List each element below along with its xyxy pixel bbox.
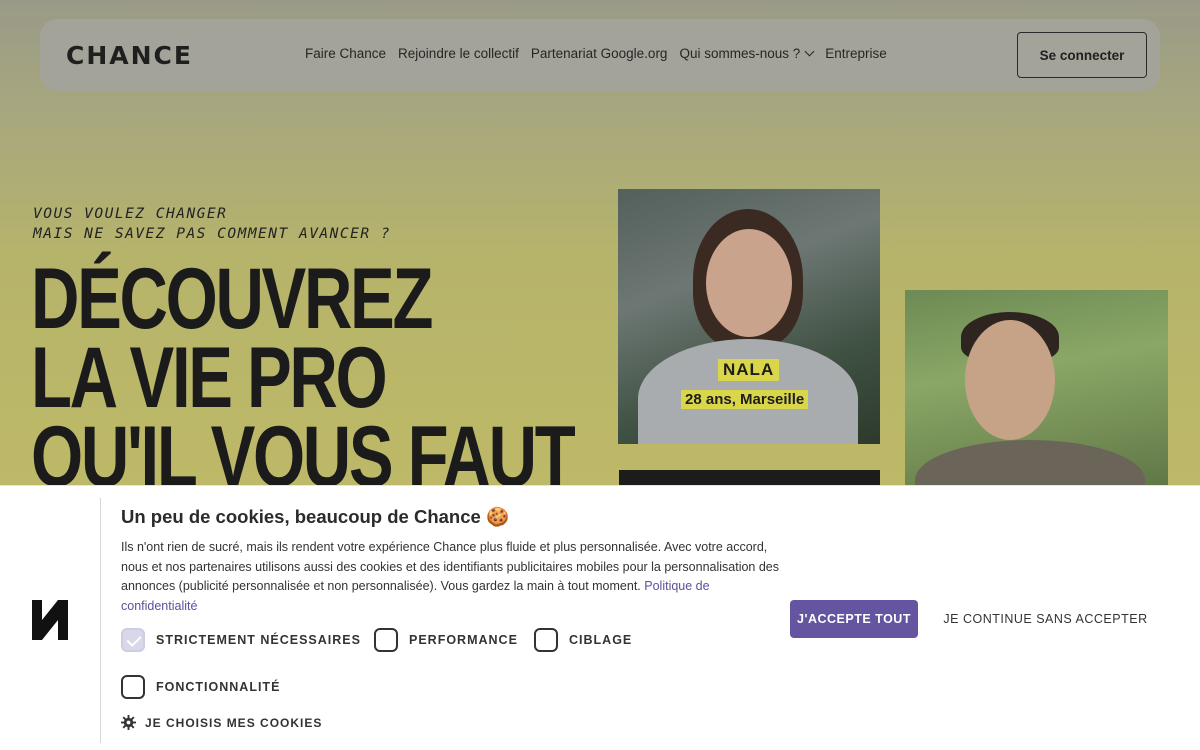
option-label: PERFORMANCE: [409, 633, 518, 647]
option-fonctionnalite[interactable]: FONCTIONNALITÉ: [121, 675, 280, 699]
option-label: CIBLAGE: [569, 633, 633, 647]
gear-icon: [121, 715, 136, 730]
checkbox[interactable]: [121, 675, 145, 699]
headline-line-2: LA VIE PRO: [31, 330, 388, 426]
main-nav: Faire Chance Rejoindre le collectif Part…: [305, 46, 887, 61]
nav-faire-chance[interactable]: Faire Chance: [305, 46, 386, 61]
login-button[interactable]: Se connecter: [1017, 32, 1147, 78]
nav-rejoindre-collectif[interactable]: Rejoindre le collectif: [398, 46, 519, 61]
option-strictement-necessaires[interactable]: STRICTEMENT NÉCESSAIRES: [121, 628, 361, 652]
chance-logo[interactable]: CHANCE: [66, 41, 193, 70]
chevron-down-icon: [804, 46, 815, 57]
portrait-photo-man: [905, 290, 1168, 490]
chance-logo-icon: [32, 600, 68, 640]
nav-partenariat-google[interactable]: Partenariat Google.org: [531, 46, 668, 61]
face-shape: [706, 229, 792, 337]
tagline-line-2: MAIS NE SAVEZ PAS COMMENT AVANCER ?: [33, 226, 392, 242]
nav-entreprise[interactable]: Entreprise: [825, 46, 887, 61]
hero-headline: DÉCOUVREZ LA VIE PRO QU'IL VOUS FAUT: [31, 251, 576, 500]
checkbox[interactable]: [534, 628, 558, 652]
banner-divider: [100, 498, 101, 743]
checkbox[interactable]: [374, 628, 398, 652]
check-icon[interactable]: [121, 628, 145, 652]
hero-tagline: VOUS VOULEZ CHANGER MAIS NE SAVEZ PAS CO…: [33, 204, 391, 244]
option-label: STRICTEMENT NÉCESSAIRES: [156, 633, 361, 647]
option-performance[interactable]: PERFORMANCE: [374, 628, 518, 652]
choose-cookies-link[interactable]: JE CHOISIS MES COOKIES: [121, 715, 322, 730]
accept-all-button[interactable]: J'ACCEPTE TOUT: [790, 600, 918, 638]
continue-without-accepting-button[interactable]: JE CONTINUE SANS ACCEPTER: [938, 600, 1153, 638]
cookie-description: Ils n'ont rien de sucré, mais ils renden…: [121, 538, 783, 616]
cookie-title: Un peu de cookies, beaucoup de Chance 🍪: [121, 506, 509, 527]
cookie-banner: Un peu de cookies, beaucoup de Chance 🍪 …: [0, 485, 1200, 750]
tagline-line-1: VOUS VOULEZ CHANGER: [33, 206, 228, 222]
option-ciblage[interactable]: CIBLAGE: [534, 628, 632, 652]
profile-details-tag: 28 ans, Marseille: [681, 390, 809, 409]
nav-qui-sommes-nous[interactable]: Qui sommes-nous ?: [679, 46, 815, 61]
headline-line-1: DÉCOUVREZ: [31, 251, 433, 347]
top-navbar: CHANCE Faire Chance Rejoindre le collect…: [40, 19, 1160, 91]
profile-name-tag: NALA: [718, 359, 780, 381]
option-label: FONCTIONNALITÉ: [156, 680, 281, 694]
nav-qui-sommes-nous-label: Qui sommes-nous ?: [679, 46, 801, 61]
choose-cookies-label: JE CHOISIS MES COOKIES: [145, 715, 323, 730]
shirt-shape: [915, 440, 1145, 490]
face-shape: [965, 320, 1055, 440]
